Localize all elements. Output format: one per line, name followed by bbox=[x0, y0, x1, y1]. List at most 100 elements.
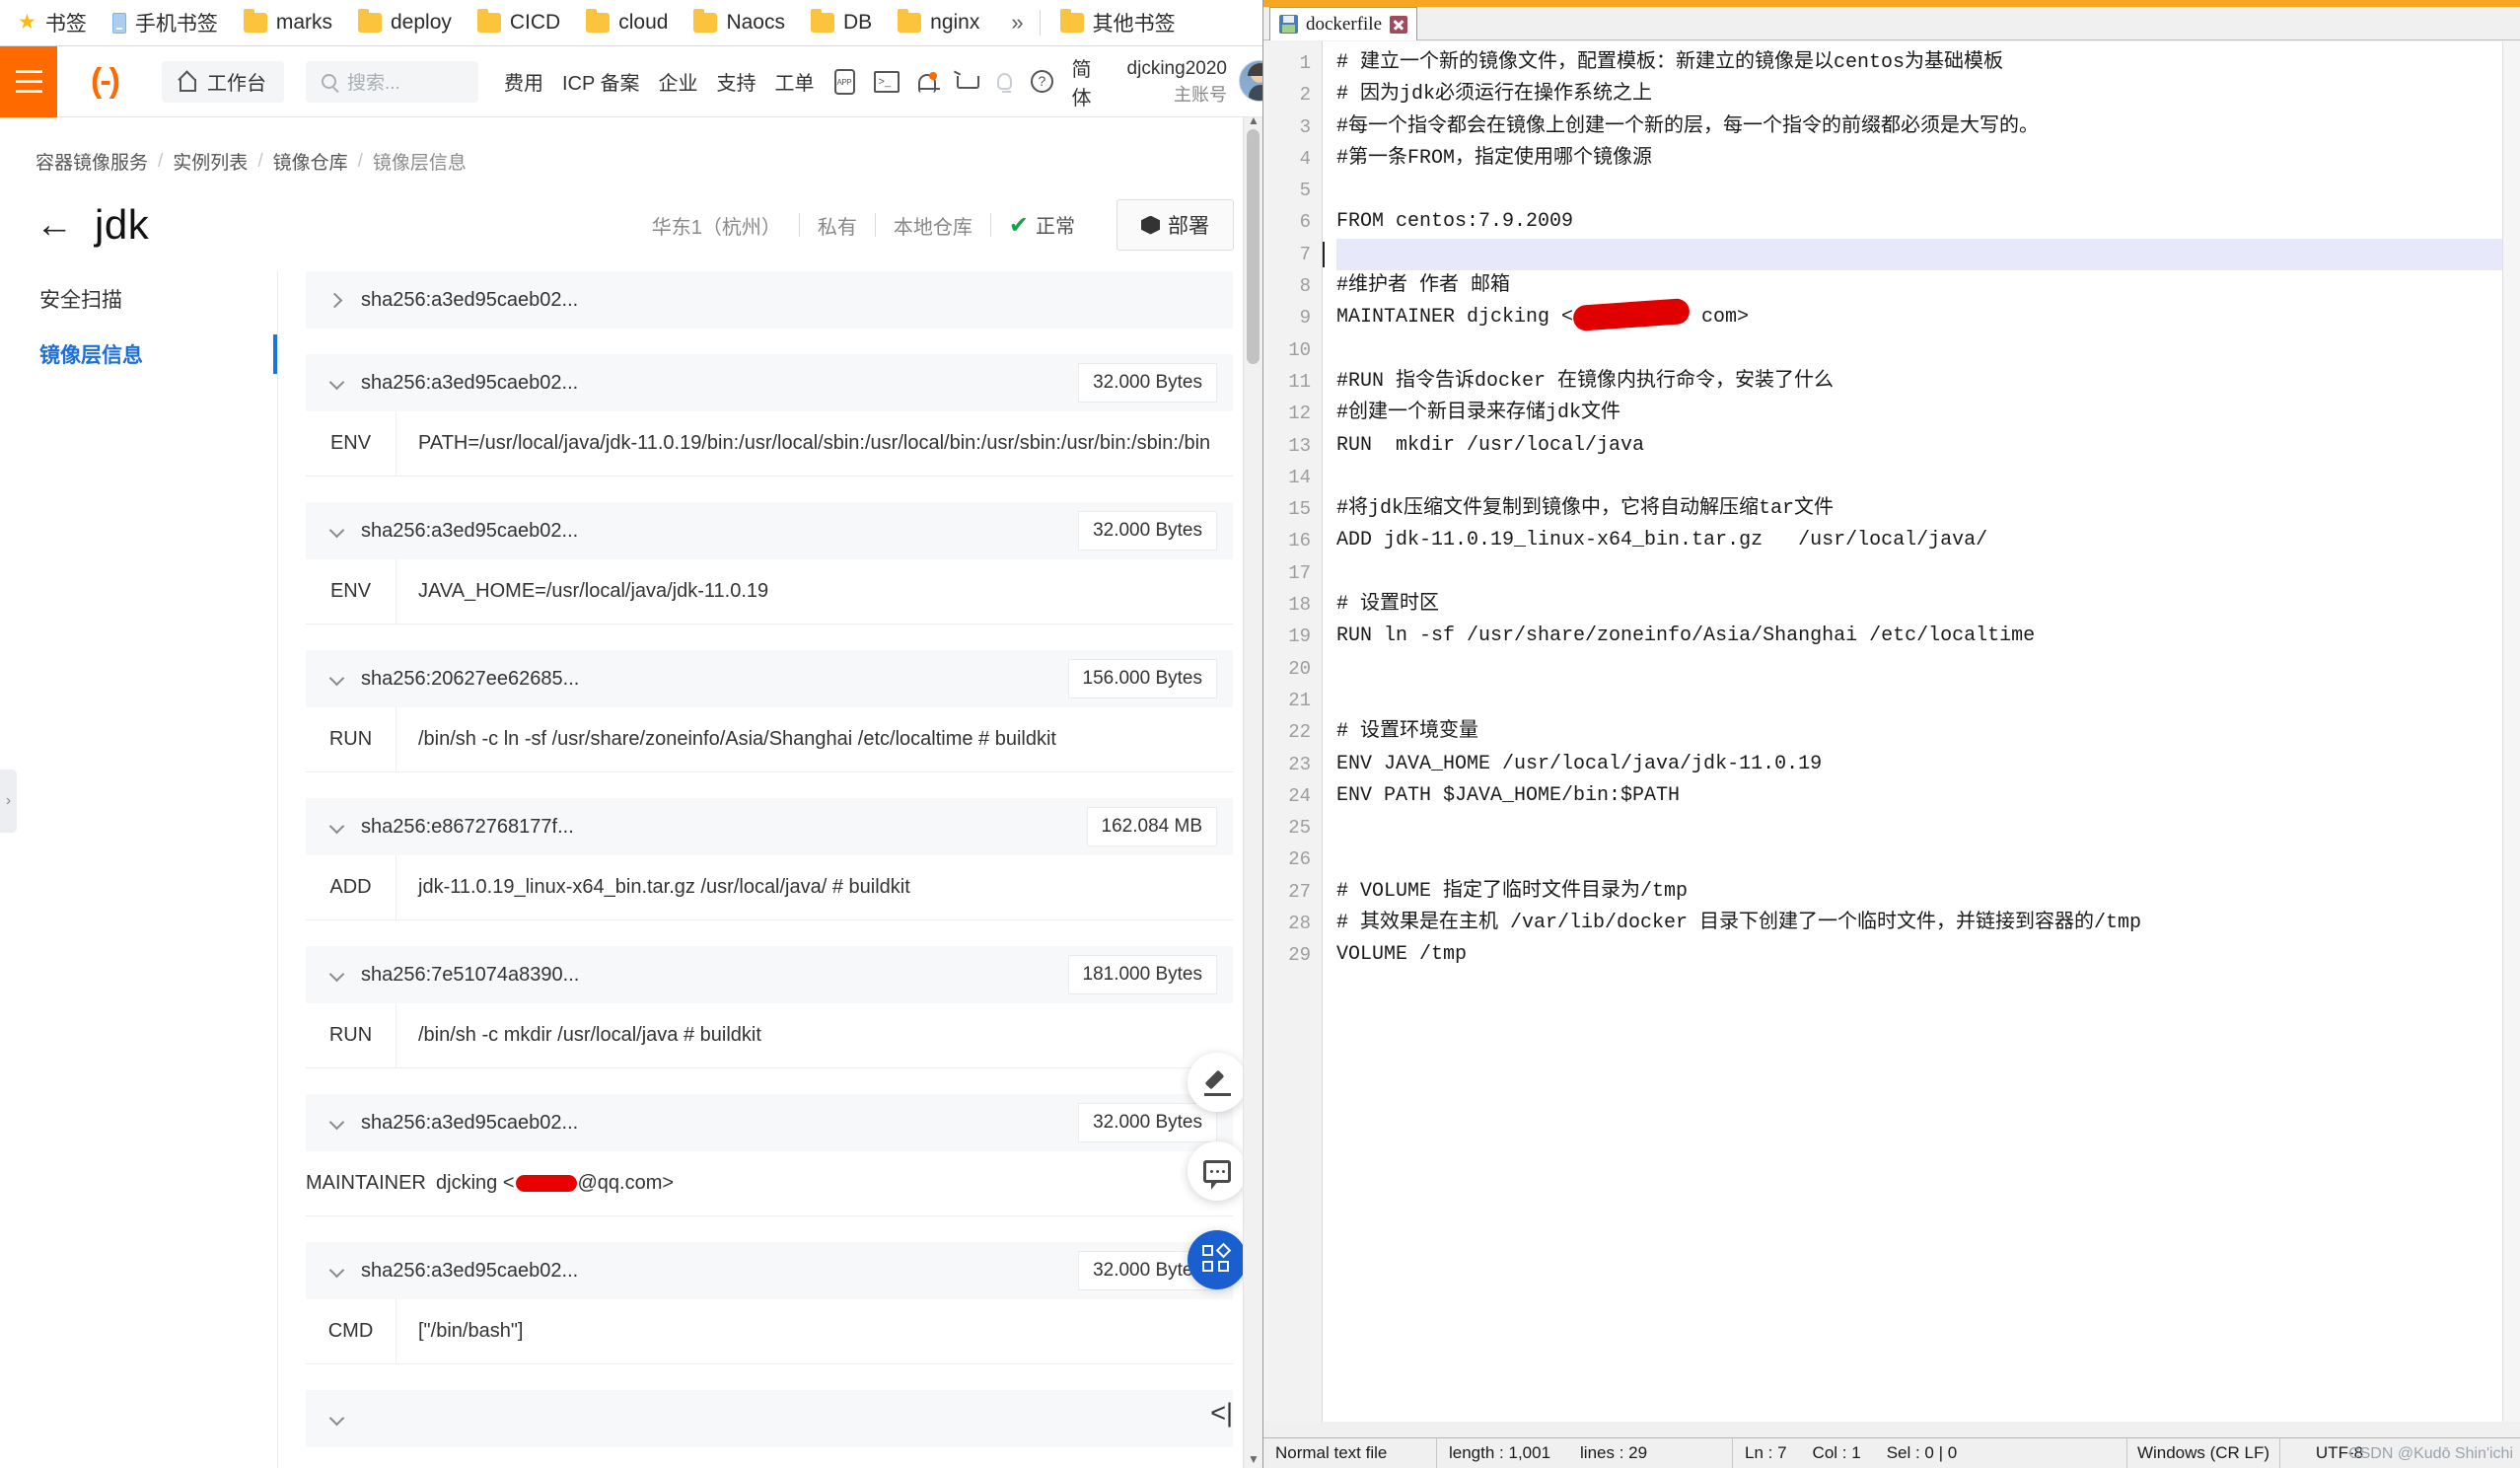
app-icon[interactable] bbox=[834, 69, 855, 95]
code-line[interactable]: RUN ln -sf /usr/share/zoneinfo/Asia/Shan… bbox=[1336, 621, 2520, 652]
avatar[interactable] bbox=[1239, 60, 1262, 102]
sidebar-item-layer-info[interactable]: 镜像层信息 bbox=[0, 327, 277, 382]
breadcrumb-item-instances[interactable]: 实例列表 bbox=[173, 148, 248, 175]
editor-area[interactable]: 1234567891011121314151617181920212223242… bbox=[1263, 41, 2520, 1422]
back-button[interactable]: ← bbox=[36, 206, 73, 244]
code-line[interactable]: # 设置时区 bbox=[1336, 589, 2520, 621]
layer-header[interactable]: sha256:20627ee62685... 156.000 Bytes bbox=[306, 650, 1233, 707]
code-line[interactable]: #维护者 作者 邮箱 bbox=[1336, 270, 2520, 302]
feedback-edit-button[interactable] bbox=[1188, 1053, 1247, 1112]
code-line[interactable] bbox=[1336, 685, 2520, 716]
layer-header[interactable]: sha256:a3ed95caeb02... 32.000 Bytes bbox=[306, 354, 1233, 411]
chevron-down-icon[interactable] bbox=[327, 670, 345, 688]
sidebar-expand-handle[interactable]: › bbox=[0, 770, 17, 833]
breadcrumb-item-repository[interactable]: 镜像仓库 bbox=[273, 148, 348, 175]
cart-icon[interactable] bbox=[955, 72, 978, 92]
layer-value: jdk-11.0.19_linux-x64_bin.tar.gz /usr/lo… bbox=[396, 855, 1233, 919]
code-line[interactable]: # 因为jdk必须运行在操作系统之上 bbox=[1336, 79, 2520, 110]
sidebar-item-security-scan[interactable]: 安全扫描 bbox=[0, 271, 277, 327]
scrollbar-thumb[interactable] bbox=[1247, 129, 1260, 364]
nav-link-ticket[interactable]: 工单 bbox=[775, 67, 815, 96]
code-line[interactable]: # 其效果是在主机 /var/lib/docker 目录下创建了一个临时文件，并… bbox=[1336, 908, 2520, 939]
code-line[interactable] bbox=[1336, 462, 2520, 493]
code-line[interactable]: #将jdk压缩文件复制到镜像中，它将自动解压缩tar文件 bbox=[1336, 493, 2520, 525]
page-scrollbar[interactable]: ▲ ▼ bbox=[1243, 117, 1262, 1468]
bookmark-item[interactable]: deploy bbox=[358, 11, 452, 35]
code-line[interactable] bbox=[1336, 175, 2520, 206]
nav-link-icp[interactable]: ICP 备案 bbox=[562, 67, 640, 96]
code-line[interactable]: ENV PATH $JAVA_HOME/bin:$PATH bbox=[1336, 780, 2520, 812]
chevron-down-icon[interactable] bbox=[327, 522, 345, 540]
code-line[interactable] bbox=[1336, 812, 2520, 844]
editor-tab-dockerfile[interactable]: dockerfile bbox=[1269, 7, 1417, 40]
search-input[interactable]: 搜索... bbox=[306, 61, 478, 103]
code-line[interactable]: VOLUME /tmp bbox=[1336, 939, 2520, 971]
layer-header[interactable]: sha256:a3ed95caeb02... 32.000 Bytes bbox=[306, 1094, 1233, 1151]
code-line[interactable]: ENV JAVA_HOME /usr/local/java/jdk-11.0.1… bbox=[1336, 749, 2520, 780]
scroll-down-icon[interactable]: ▼ bbox=[1248, 1452, 1260, 1466]
panel-collapse-button[interactable]: <| bbox=[1210, 1398, 1233, 1429]
layer-header[interactable]: sha256:e8672768177f... 162.084 MB bbox=[306, 798, 1233, 855]
chevron-down-icon[interactable] bbox=[327, 1262, 345, 1280]
bell-icon[interactable] bbox=[918, 74, 936, 93]
workbench-button[interactable]: 工作台 bbox=[162, 61, 284, 103]
layer-header[interactable]: sha256:a3ed95caeb02... 32.000 Bytes bbox=[306, 1242, 1233, 1299]
bookmark-item[interactable]: Naocs bbox=[693, 11, 785, 35]
account-name: djcking2020 bbox=[1127, 55, 1227, 83]
bookmark-item[interactable]: DB bbox=[811, 11, 872, 35]
aliyun-logo[interactable]: (-) bbox=[57, 46, 152, 117]
bookmark-item[interactable]: cloud bbox=[586, 11, 668, 35]
layer-header[interactable]: sha256:a3ed95caeb02... 32.000 Bytes bbox=[306, 502, 1233, 559]
code-line[interactable]: MAINTAINER djcking < com> bbox=[1336, 302, 2520, 333]
chevron-down-icon[interactable] bbox=[327, 374, 345, 392]
code-line[interactable]: #第一条FROM，指定使用哪个镜像源 bbox=[1336, 143, 2520, 175]
code-line[interactable] bbox=[1336, 239, 2520, 270]
chevron-right-icon[interactable] bbox=[327, 291, 345, 309]
bookmark-item[interactable]: ★ 书签 bbox=[18, 8, 87, 37]
account-menu[interactable]: djcking2020 主账号 bbox=[1127, 55, 1262, 109]
code-line[interactable] bbox=[1336, 653, 2520, 685]
code-line[interactable]: # 设置环境变量 bbox=[1336, 716, 2520, 748]
code-line[interactable]: # VOLUME 指定了临时文件目录为/tmp bbox=[1336, 876, 2520, 908]
chevron-down-icon[interactable] bbox=[327, 966, 345, 984]
deploy-button[interactable]: 部署 bbox=[1116, 199, 1234, 251]
bookmark-item[interactable]: nginx bbox=[898, 11, 979, 35]
code-line[interactable]: #每一个指令都会在镜像上创建一个新的层，每一个指令的前缀都必须是大写的。 bbox=[1336, 111, 2520, 143]
editor-scrollbar[interactable] bbox=[2502, 41, 2520, 1422]
scroll-up-icon[interactable]: ▲ bbox=[1248, 113, 1260, 127]
nav-link-fee[interactable]: 费用 bbox=[504, 67, 543, 96]
nav-link-enterprise[interactable]: 企业 bbox=[659, 67, 698, 96]
layer-header[interactable]: sha256:a3ed95caeb02... bbox=[306, 271, 1233, 329]
code-line[interactable] bbox=[1336, 334, 2520, 366]
code-line[interactable]: #创建一个新目录来存储jdk文件 bbox=[1336, 398, 2520, 429]
language-switch[interactable]: 简体 bbox=[1072, 53, 1092, 110]
bulb-icon[interactable] bbox=[997, 73, 1012, 90]
code-line[interactable]: FROM centos:7.9.2009 bbox=[1336, 206, 2520, 238]
bookmark-item-other[interactable]: 其他书签 bbox=[1060, 8, 1176, 37]
code-line[interactable]: RUN mkdir /usr/local/java bbox=[1336, 430, 2520, 462]
code-line[interactable] bbox=[1336, 557, 2520, 589]
bookmark-item[interactable]: CICD bbox=[477, 11, 560, 35]
folder-icon bbox=[693, 13, 717, 33]
chevron-down-icon[interactable] bbox=[327, 1410, 345, 1428]
chevron-down-icon[interactable] bbox=[327, 1114, 345, 1132]
layer-header[interactable]: sha256:7e51074a8390... 181.000 Bytes bbox=[306, 946, 1233, 1003]
breadcrumb-item-service[interactable]: 容器镜像服务 bbox=[36, 148, 148, 175]
close-icon[interactable] bbox=[1390, 16, 1407, 34]
menu-toggle-button[interactable] bbox=[0, 46, 57, 117]
code-content[interactable]: # 建立一个新的镜像文件，配置模板：新建立的镜像是以centos为基础模板# 因… bbox=[1323, 41, 2520, 1422]
apps-grid-button[interactable] bbox=[1188, 1230, 1247, 1289]
nav-link-support[interactable]: 支持 bbox=[717, 67, 756, 96]
code-line[interactable] bbox=[1336, 844, 2520, 875]
chevron-down-icon[interactable] bbox=[327, 818, 345, 836]
help-icon[interactable] bbox=[1031, 70, 1053, 93]
bookmark-item[interactable]: 手机书签 bbox=[112, 8, 218, 37]
bookmarks-overflow-button[interactable]: » bbox=[1011, 10, 1023, 36]
bookmark-item[interactable]: marks bbox=[244, 11, 332, 35]
code-line[interactable]: #RUN 指令告诉docker 在镜像内执行命令，安装了什么 bbox=[1336, 366, 2520, 398]
chat-support-button[interactable] bbox=[1188, 1141, 1247, 1201]
terminal-icon[interactable] bbox=[874, 71, 900, 93]
layer-header[interactable] bbox=[306, 1390, 1233, 1447]
code-line[interactable]: # 建立一个新的镜像文件，配置模板：新建立的镜像是以centos为基础模板 bbox=[1336, 47, 2520, 79]
code-line[interactable]: ADD jdk-11.0.19_linux-x64_bin.tar.gz /us… bbox=[1336, 525, 2520, 556]
